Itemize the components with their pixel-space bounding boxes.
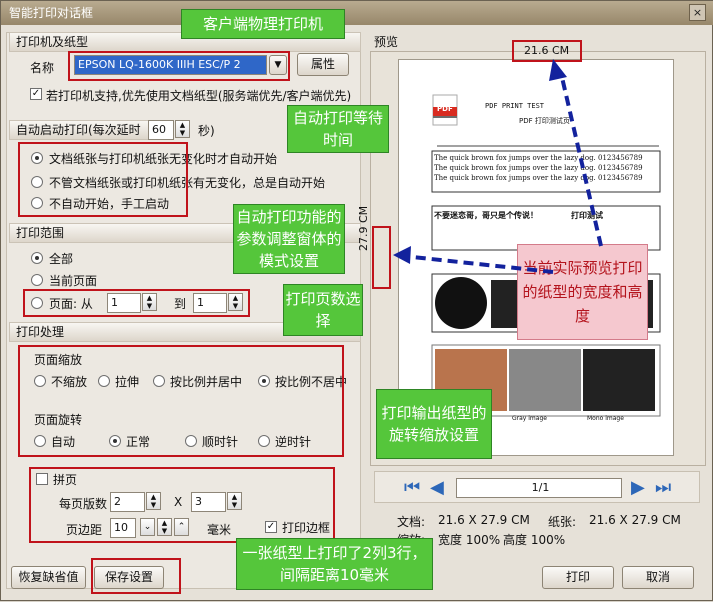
print-dialog: 智能打印对话框 × 打印机及纸型 名称 EPSON LQ-1600K IIIH … [0,0,713,601]
annotation-arrows [393,59,603,274]
